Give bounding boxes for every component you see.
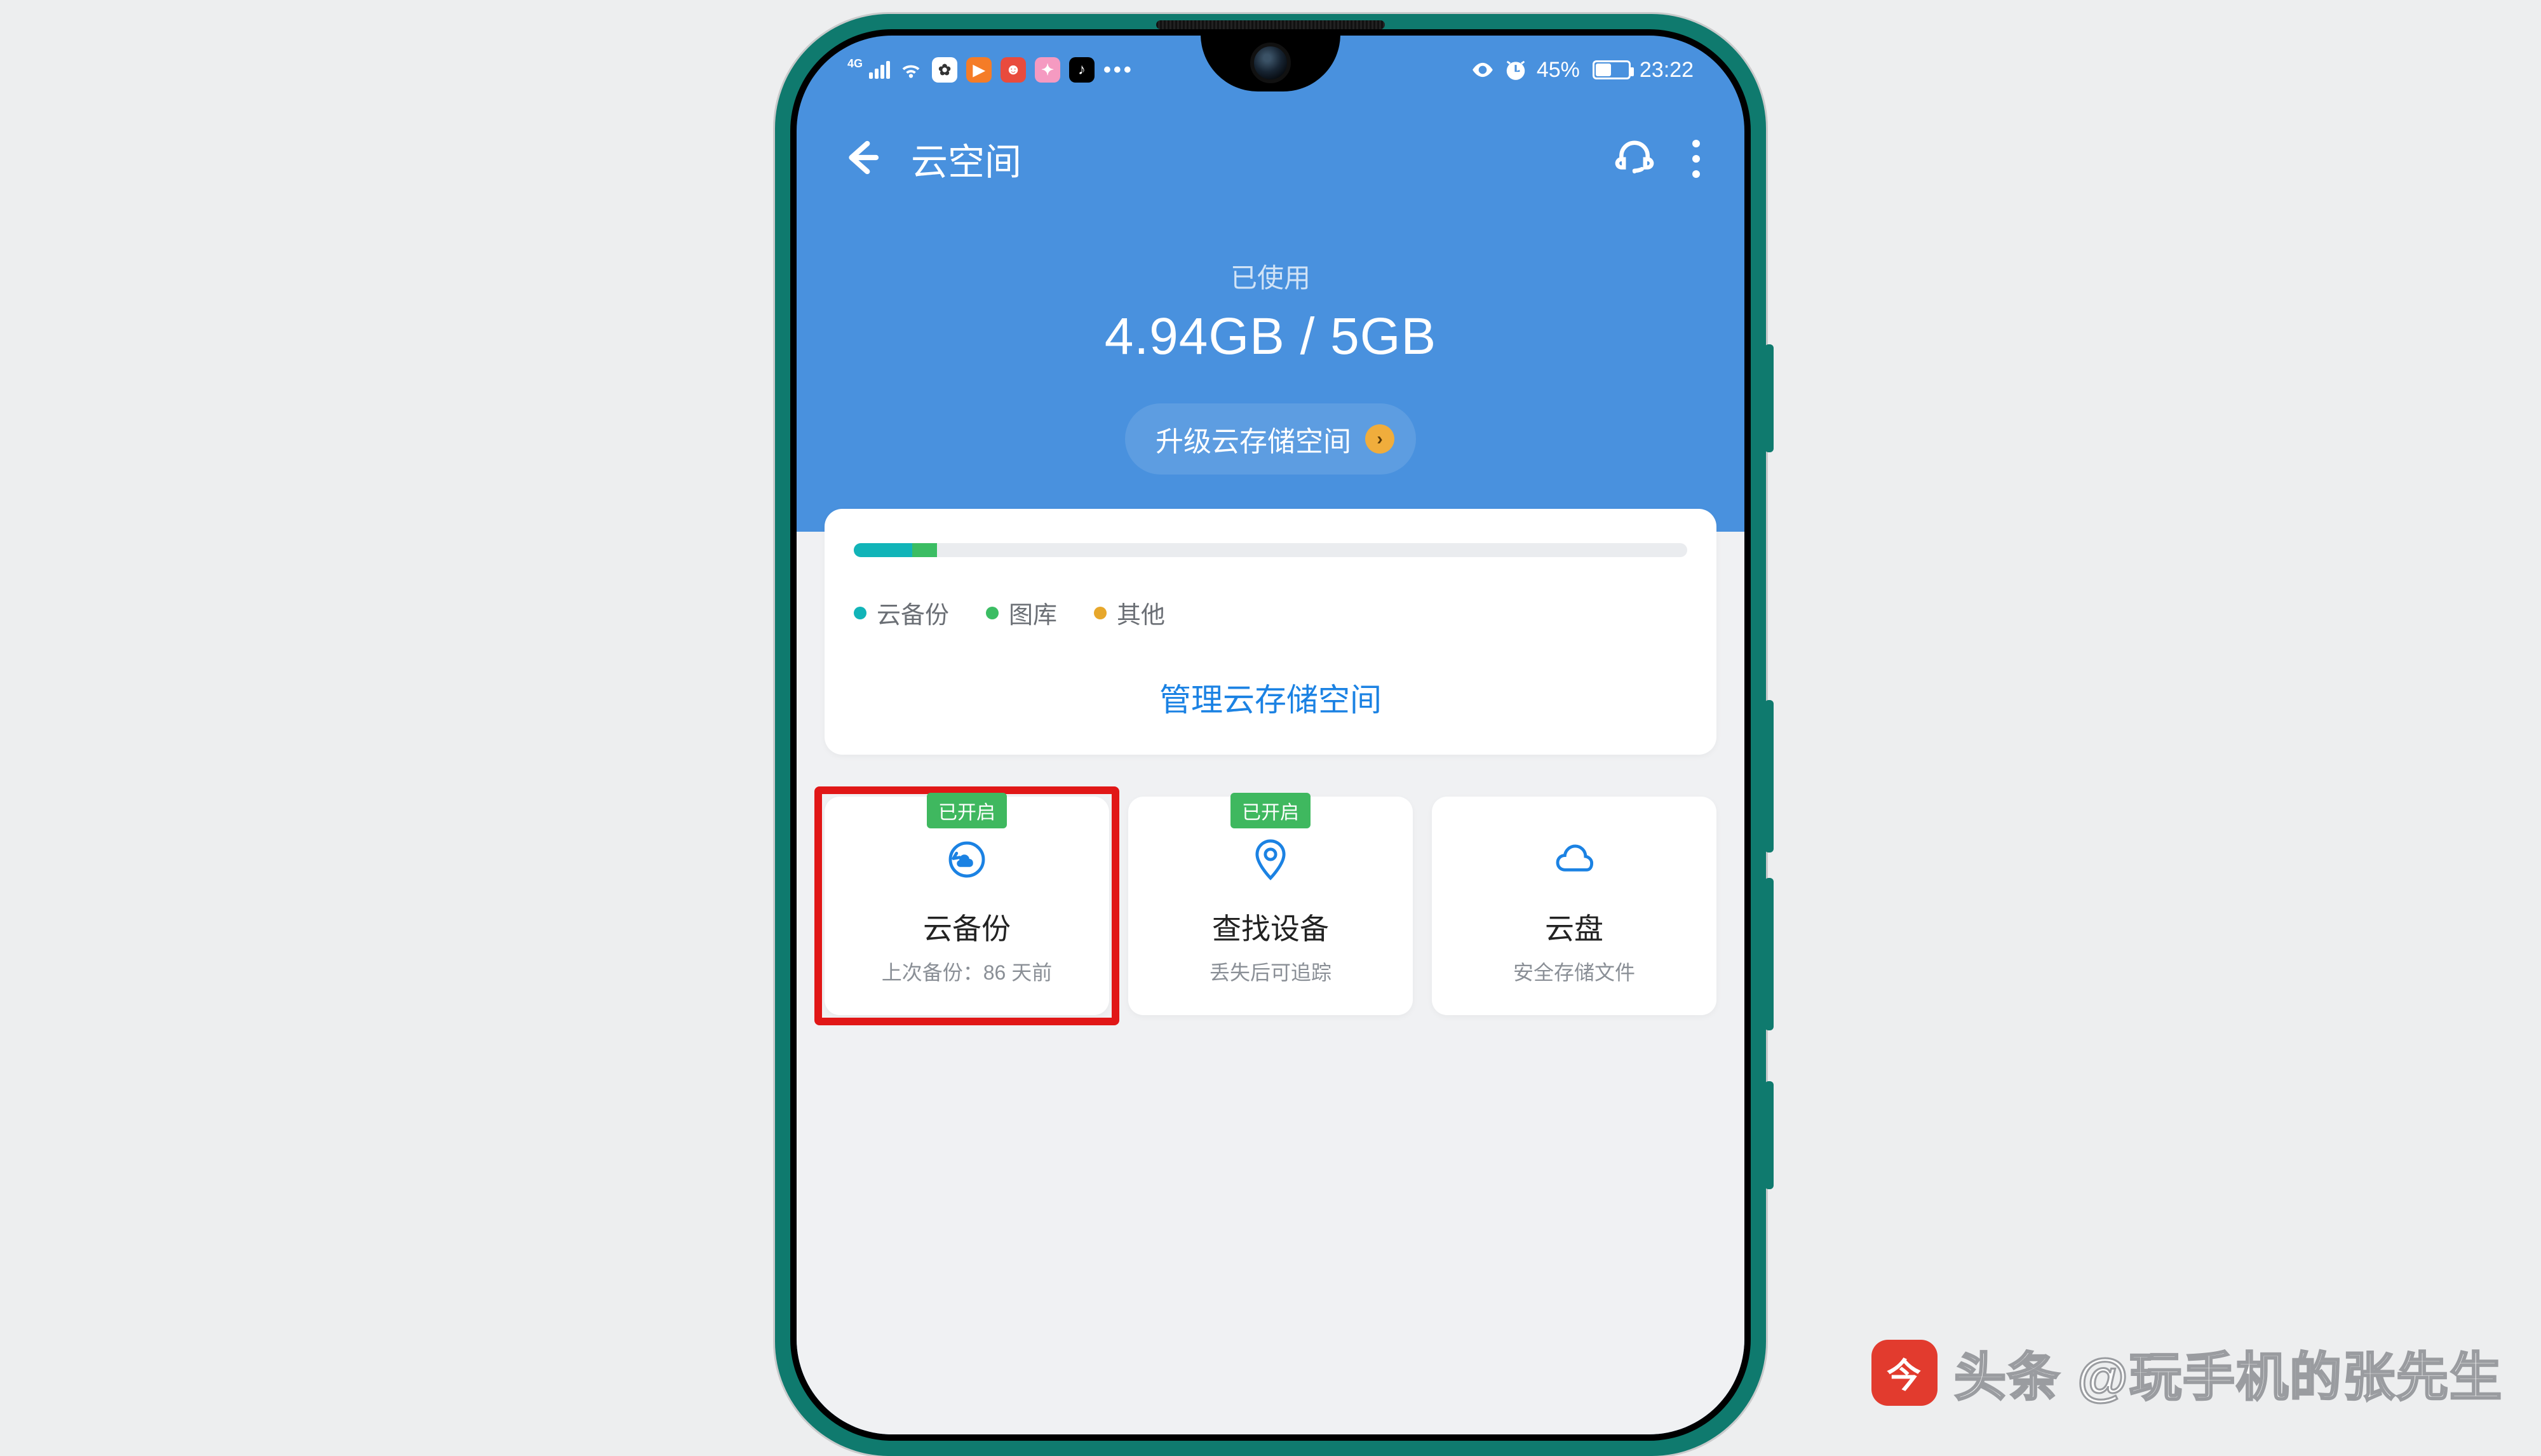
legend-label: 云备份: [877, 595, 949, 630]
cloud-backup-icon: [831, 831, 1103, 888]
bar-seg-backup: [854, 543, 912, 557]
power-button: [1765, 1081, 1774, 1189]
upgrade-storage-button[interactable]: 升级云存储空间 ›: [1125, 403, 1416, 475]
enabled-badge: 已开启: [927, 793, 1007, 828]
support-icon[interactable]: [1615, 138, 1654, 180]
dot-icon: [986, 607, 999, 619]
app-tray-icon: ♪: [1069, 57, 1095, 83]
watermark-handle: @玩手机的张先生: [2077, 1335, 2503, 1410]
tile-title: 云盘: [1438, 906, 1710, 948]
tile-title: 查找设备: [1135, 906, 1406, 948]
tray-more-icon: •••: [1103, 58, 1134, 83]
storage-bar: [854, 543, 1687, 557]
legend: 云备份 图库 其他: [854, 595, 1687, 630]
page-title: 云空间: [911, 132, 1021, 185]
watermark-prefix: 头条: [1954, 1335, 2061, 1410]
bar-seg-gallery: [912, 543, 937, 557]
volume-up-button: [1765, 700, 1774, 853]
tile-subtitle: 上次备份：86 天前: [831, 957, 1103, 986]
tile-subtitle: 丢失后可追踪: [1135, 957, 1406, 986]
storage-card[interactable]: 云备份 图库 其他 管理云存储空间: [825, 509, 1716, 755]
wifi-icon: [899, 58, 923, 82]
alarm-icon: [1504, 58, 1528, 82]
feature-tiles: 已开启 云备份 上次备份：86 天前 已开启 查找设备: [825, 797, 1716, 1015]
cloud-icon: [1438, 831, 1710, 888]
dot-icon: [854, 607, 866, 619]
app-tray-icon: ☻: [1001, 57, 1026, 83]
phone-bezel: 4G ✿ ▶ ☻ ✦ ♪ •••: [790, 29, 1751, 1441]
tile-title: 云备份: [831, 906, 1103, 948]
signal-icon: [869, 61, 890, 79]
clock: 23:22: [1640, 58, 1694, 83]
tile-subtitle: 安全存储文件: [1438, 957, 1710, 986]
back-button[interactable]: [841, 137, 883, 182]
phone-frame: 4G ✿ ▶ ☻ ✦ ♪ •••: [775, 14, 1766, 1456]
upgrade-label: 升级云存储空间: [1156, 419, 1351, 459]
tile-cloud-drive[interactable]: 云盘 安全存储文件: [1432, 797, 1716, 1015]
location-pin-icon: [1135, 831, 1406, 888]
content-area: 云备份 图库 其他 管理云存储空间 已开启 云备份: [797, 532, 1744, 1434]
dot-icon: [1094, 607, 1107, 619]
battery-icon: [1589, 60, 1631, 79]
legend-item-other: 其他: [1094, 595, 1165, 630]
more-menu-icon[interactable]: [1692, 140, 1700, 178]
app-tray-icon: ✿: [932, 57, 957, 83]
legend-label: 其他: [1117, 595, 1165, 630]
tile-find-device[interactable]: 已开启 查找设备 丢失后可追踪: [1128, 797, 1413, 1015]
earpiece: [1156, 20, 1385, 29]
side-button: [1765, 344, 1774, 452]
usage-value: 4.94GB / 5GB: [797, 307, 1744, 367]
chevron-right-icon: ›: [1365, 424, 1394, 454]
eye-comfort-icon: [1471, 58, 1495, 82]
network-type: 4G: [847, 57, 863, 71]
legend-item-gallery: 图库: [986, 595, 1057, 630]
enabled-badge: 已开启: [1230, 793, 1311, 828]
app-tray-icon: ✦: [1035, 57, 1060, 83]
battery-percent: 45%: [1537, 58, 1580, 83]
usage-label: 已使用: [797, 257, 1744, 295]
watermark: 今 头条 @玩手机的张先生: [1871, 1335, 2503, 1410]
usage-summary: 已使用 4.94GB / 5GB 升级云存储空间 ›: [797, 257, 1744, 475]
legend-label: 图库: [1009, 595, 1057, 630]
app-tray-icon: ▶: [966, 57, 992, 83]
toutiao-logo-icon: 今: [1871, 1340, 1938, 1406]
tile-cloud-backup[interactable]: 已开启 云备份 上次备份：86 天前: [825, 797, 1109, 1015]
manage-storage-link[interactable]: 管理云存储空间: [854, 675, 1687, 720]
legend-item-backup: 云备份: [854, 595, 949, 630]
app-header: 云空间: [797, 88, 1744, 211]
screen: 4G ✿ ▶ ☻ ✦ ♪ •••: [797, 36, 1744, 1434]
volume-down-button: [1765, 878, 1774, 1030]
